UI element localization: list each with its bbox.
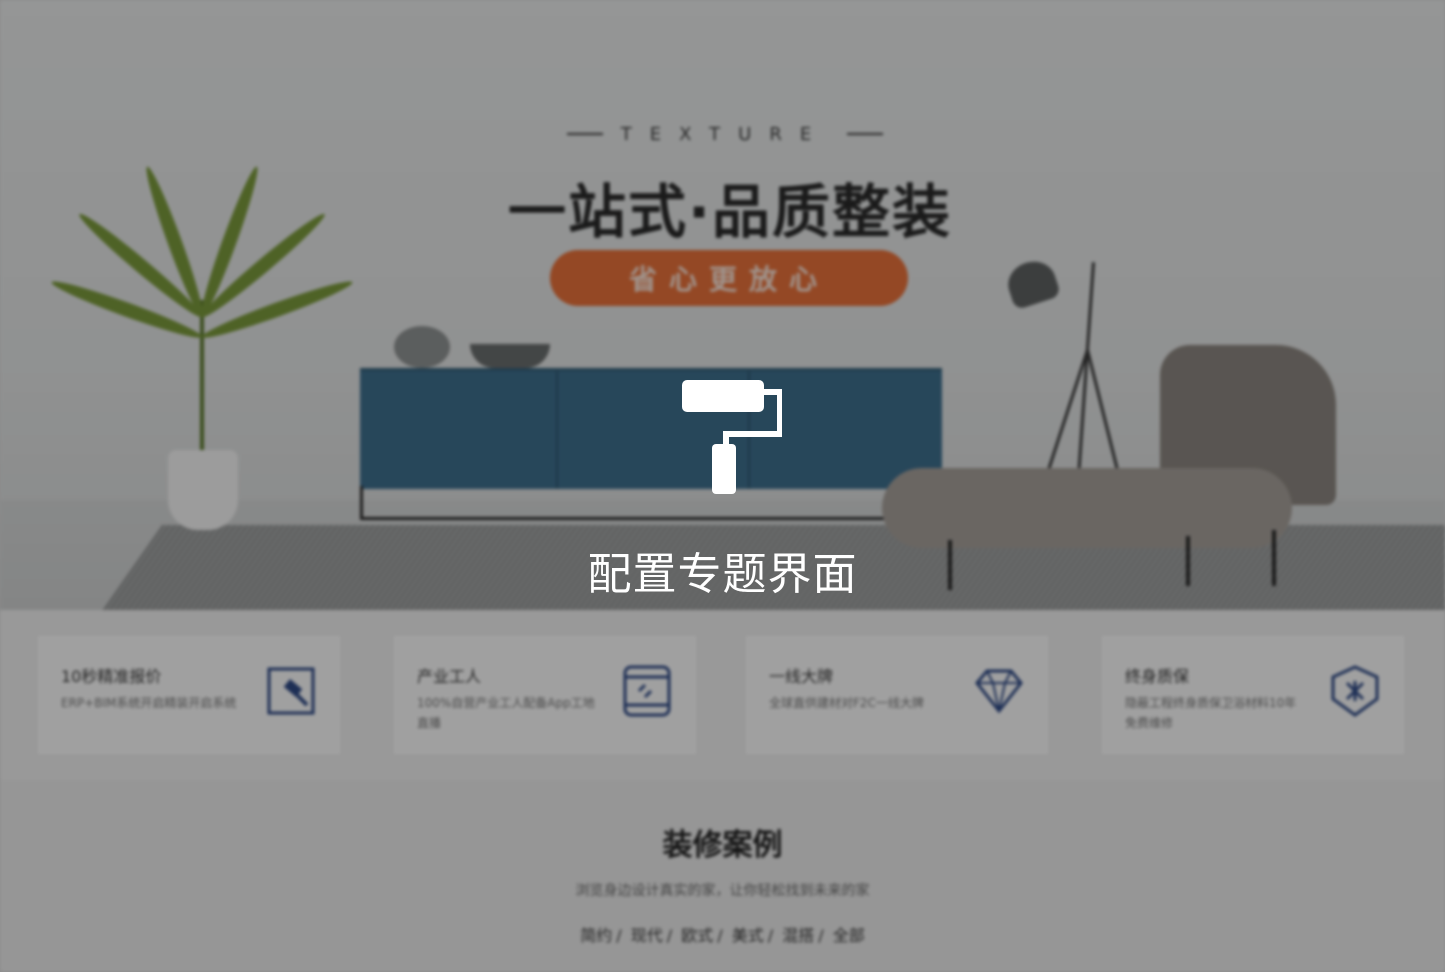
config-overlay[interactable]: 配置专题界面 — [0, 0, 1445, 972]
overlay-label: 配置专题界面 — [587, 549, 858, 600]
paint-roller-icon — [682, 380, 782, 494]
